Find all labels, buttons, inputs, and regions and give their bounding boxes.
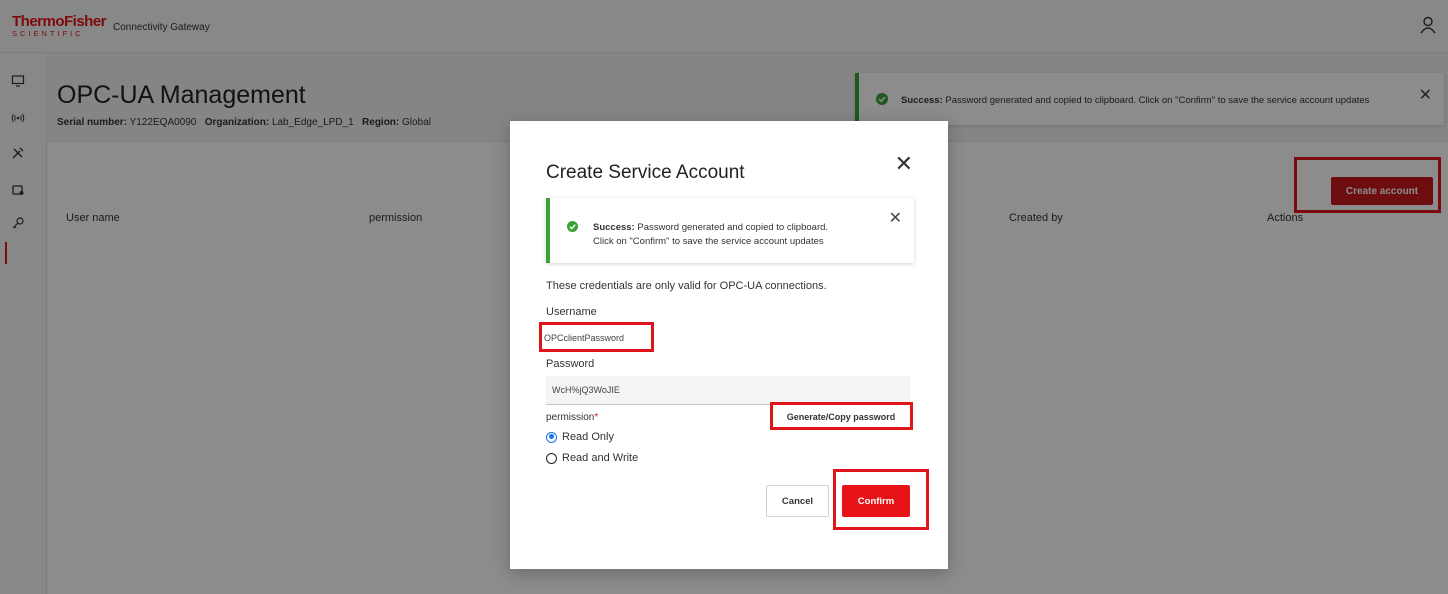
radio-checked-icon[interactable]: [546, 431, 557, 443]
highlight-confirm: [833, 469, 929, 530]
required-mark: *: [594, 412, 599, 423]
close-icon[interactable]: ✕: [895, 153, 913, 175]
radio-read-only[interactable]: Read Only: [546, 431, 614, 443]
dialog-success-toast: Success: Password generated and copied t…: [546, 198, 914, 263]
dialog-toast-text: Password generated and copied to clipboa…: [637, 222, 829, 233]
highlight-username: [539, 322, 654, 352]
password-field[interactable]: WcH%jQ3WoJIE: [546, 376, 910, 405]
username-label: Username: [546, 306, 597, 318]
create-service-account-dialog: Create Service Account ✕ Success: Passwo…: [510, 121, 948, 569]
permission-label-text: permission: [546, 412, 595, 423]
dialog-toast-status: Success:: [593, 222, 635, 233]
radio-read-only-label: Read Only: [562, 431, 614, 443]
permission-label: permission*: [546, 412, 598, 423]
radio-read-write[interactable]: Read and Write: [546, 452, 638, 464]
dialog-toast-line2: Click on "Confirm" to save the service a…: [593, 236, 824, 247]
highlight-generate-password: [770, 402, 913, 430]
check-circle-icon: [567, 221, 578, 232]
dialog-title: Create Service Account: [546, 162, 745, 183]
cancel-button[interactable]: Cancel: [766, 485, 829, 517]
password-label: Password: [546, 358, 595, 370]
credentials-info: These credentials are only valid for OPC…: [546, 280, 827, 292]
radio-unchecked-icon[interactable]: [546, 452, 557, 464]
dialog-toast-line1: Success: Password generated and copied t…: [593, 222, 828, 233]
radio-read-write-label: Read and Write: [562, 452, 639, 464]
close-icon[interactable]: ✕: [889, 208, 902, 228]
